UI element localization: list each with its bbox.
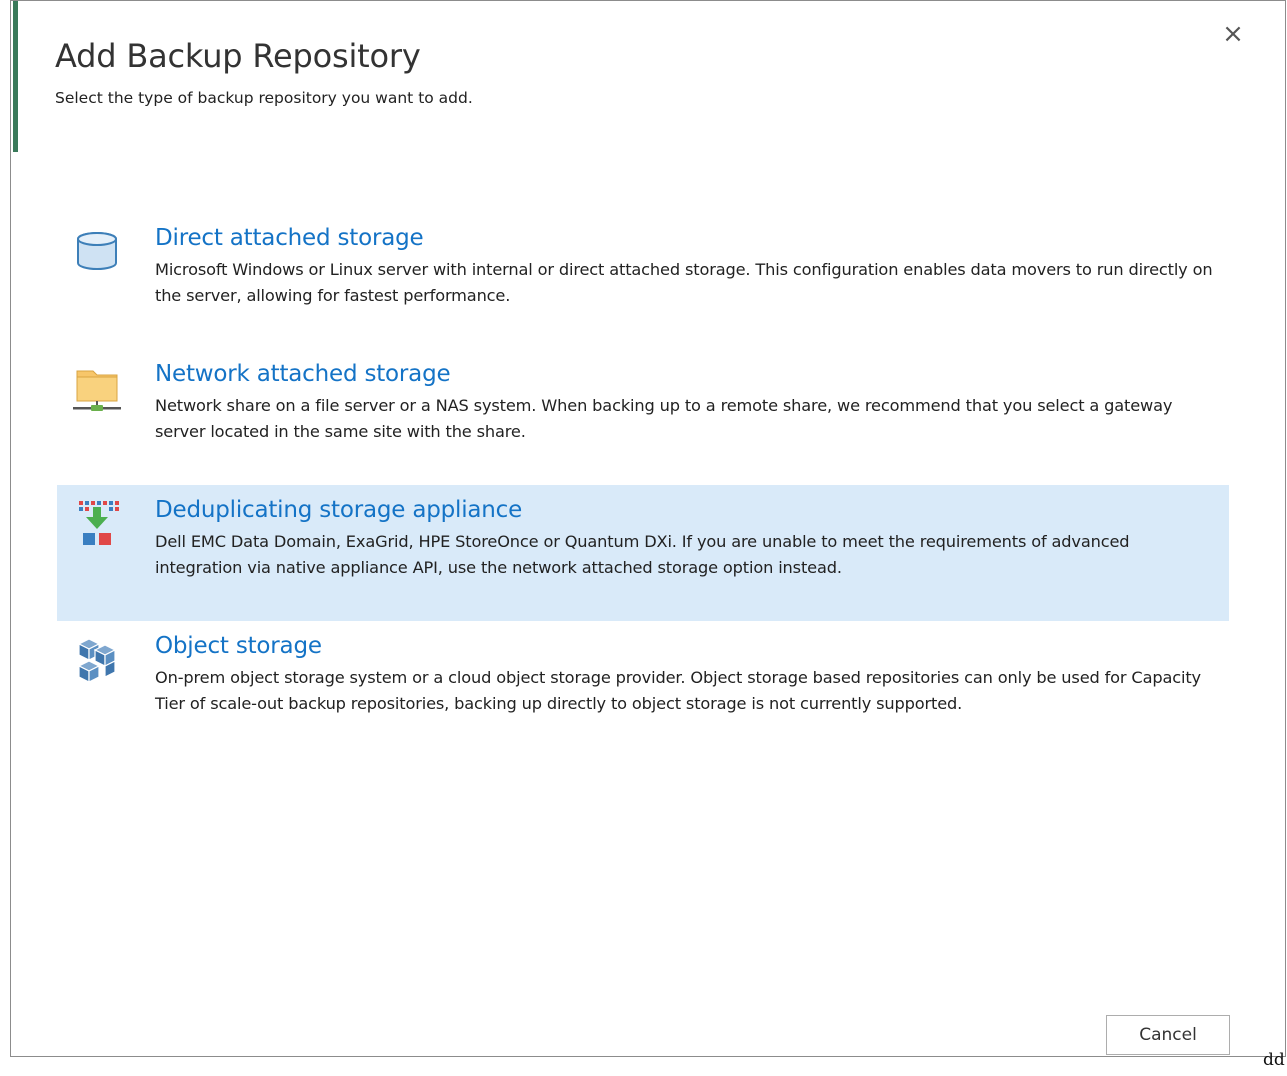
add-backup-repository-dialog: × Add Backup Repository Select the type … xyxy=(10,0,1286,1057)
database-icon xyxy=(77,232,117,270)
dedup-appliance-icon xyxy=(79,501,119,545)
option-deduplicating-storage-appliance[interactable]: Deduplicating storage appliance Dell EMC… xyxy=(57,485,1229,621)
option-description: On-prem object storage system or a cloud… xyxy=(155,668,1201,713)
close-icon[interactable]: × xyxy=(1221,21,1245,47)
corner-text: dd xyxy=(1263,1050,1285,1070)
dialog-subtitle: Select the type of backup repository you… xyxy=(55,89,473,107)
option-network-attached-storage[interactable]: Network attached storage Network share o… xyxy=(57,349,1229,485)
network-folder-icon xyxy=(73,370,121,411)
option-title: Direct attached storage xyxy=(155,225,424,251)
option-description: Dell EMC Data Domain, ExaGrid, HPE Store… xyxy=(155,532,1130,577)
repository-type-list: Direct attached storage Microsoft Window… xyxy=(57,213,1229,757)
cancel-button[interactable]: Cancel xyxy=(1106,1015,1230,1055)
dialog-accent-bar xyxy=(13,1,18,152)
object-storage-icon xyxy=(77,638,117,683)
option-description: Microsoft Windows or Linux server with i… xyxy=(155,260,1213,305)
option-title: Deduplicating storage appliance xyxy=(155,497,523,523)
dialog-title: Add Backup Repository xyxy=(55,37,421,75)
option-title: Network attached storage xyxy=(155,361,451,387)
option-description: Network share on a file server or a NAS … xyxy=(155,396,1173,441)
option-title: Object storage xyxy=(155,633,322,659)
option-direct-attached-storage[interactable]: Direct attached storage Microsoft Window… xyxy=(57,213,1229,349)
option-object-storage[interactable]: Object storage On-prem object storage sy… xyxy=(57,621,1229,757)
